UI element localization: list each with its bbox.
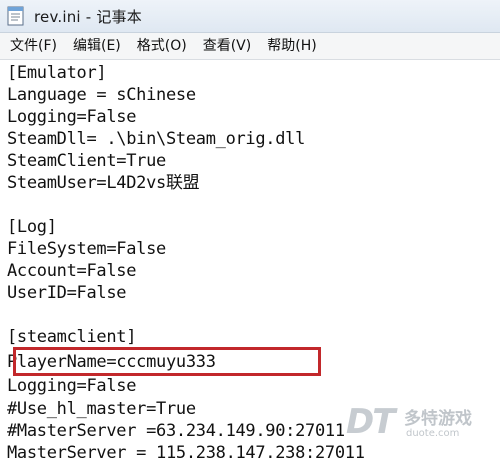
- menu-help[interactable]: 帮助(H): [259, 34, 324, 58]
- watermark-mark: DT: [346, 402, 395, 442]
- editor-line: SteamUser=L4D2vs联盟: [7, 173, 200, 193]
- editor-line: [Emulator]: [7, 63, 107, 83]
- menu-bar: 文件(F) 编辑(E) 格式(O) 查看(V) 帮助(H): [0, 33, 500, 60]
- menu-file[interactable]: 文件(F): [2, 34, 65, 58]
- editor-line: Account=False: [7, 261, 137, 281]
- highlight-box: [13, 347, 321, 376]
- menu-view[interactable]: 查看(V): [195, 34, 260, 58]
- notepad-icon[interactable]: [6, 5, 26, 27]
- editor-line: FileSystem=False: [7, 239, 166, 259]
- menu-format[interactable]: 格式(O): [129, 34, 195, 58]
- window-title: rev.ini - 记事本: [34, 7, 142, 26]
- editor-line: UserID=False: [7, 283, 127, 303]
- editor-line: SteamDll= .\bin\Steam_orig.dll: [7, 129, 306, 149]
- editor-line: Language = sChinese: [7, 85, 196, 105]
- editor-line: [Log]: [7, 217, 57, 237]
- editor-line: SteamClient=True: [7, 151, 166, 171]
- editor-line: [steamclient]: [7, 327, 137, 347]
- editor-line: #MasterServer =63.234.149.90:27011: [7, 421, 345, 441]
- editor-line: Logging=False: [7, 376, 137, 396]
- editor-line: MasterServer = 115.238.147.238:27011: [7, 443, 365, 463]
- menu-edit[interactable]: 编辑(E): [65, 34, 129, 58]
- watermark-logo: DT 多特游戏 duote.com: [346, 400, 496, 444]
- title-bar[interactable]: rev.ini - 记事本: [0, 0, 500, 33]
- editor-line: #Use_hl_master=True: [7, 399, 196, 419]
- watermark-name: 多特游戏: [404, 409, 472, 429]
- watermark-url: duote.com: [406, 428, 460, 439]
- editor-line: Logging=False: [7, 107, 137, 127]
- notepad-window: rev.ini - 记事本 文件(F) 编辑(E) 格式(O) 查看(V) 帮助…: [0, 0, 500, 464]
